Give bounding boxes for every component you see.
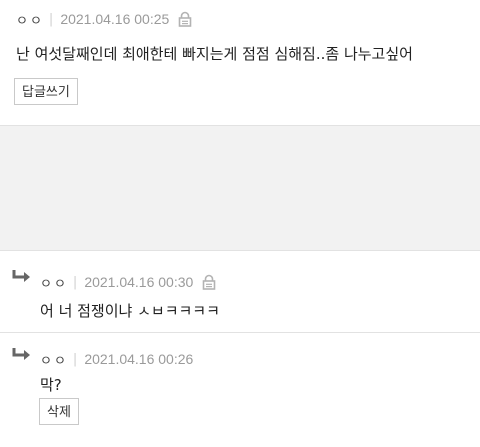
comment-meta: ㅇㅇ | 2021.04.16 00:25 (16, 9, 192, 29)
reply-button[interactable]: 답글쓰기 (14, 78, 78, 105)
comment-date: 2021.04.16 00:30 (84, 274, 194, 290)
comment-meta: ㅇㅇ | 2021.04.16 00:26 (40, 349, 193, 369)
lock-icon (202, 274, 216, 290)
comment-text: 어 너 점쟁이냐 ㅅㅂㅋㅋㅋㅋ (40, 302, 220, 320)
comment-author[interactable]: ㅇㅇ (40, 273, 68, 292)
comment-text: 막? (40, 376, 62, 394)
reply-comment-item: ㅇㅇ | 2021.04.16 00:26 막? 삭제 (0, 333, 480, 447)
comment-text: 난 여섯달째인데 최애한테 빠지는게 점점 심해짐..좀 나누고싶어 (16, 45, 413, 63)
comment-meta: ㅇㅇ | 2021.04.16 00:30 (40, 272, 216, 292)
reply-arrow-icon (12, 269, 32, 285)
empty-area (0, 126, 480, 251)
reply-comment-item: ㅇㅇ | 2021.04.16 00:30 어 너 점쟁이냐 ㅅㅂㅋㅋㅋㅋ (0, 251, 480, 333)
comment-date: 2021.04.16 00:25 (60, 11, 170, 27)
reply-arrow-icon (12, 347, 32, 363)
meta-separator: | (48, 11, 54, 27)
lock-icon (178, 11, 192, 27)
comment-date: 2021.04.16 00:26 (84, 351, 194, 367)
delete-button[interactable]: 삭제 (39, 398, 79, 425)
comment-author[interactable]: ㅇㅇ (40, 350, 68, 369)
comment-item: ㅇㅇ | 2021.04.16 00:25 난 여섯달째인데 최애한테 빠지는게… (0, 0, 480, 126)
meta-separator: | (72, 351, 78, 367)
comment-list: ㅇㅇ | 2021.04.16 00:25 난 여섯달째인데 최애한테 빠지는게… (0, 0, 480, 447)
meta-separator: | (72, 274, 78, 290)
comment-author[interactable]: ㅇㅇ (16, 10, 44, 29)
